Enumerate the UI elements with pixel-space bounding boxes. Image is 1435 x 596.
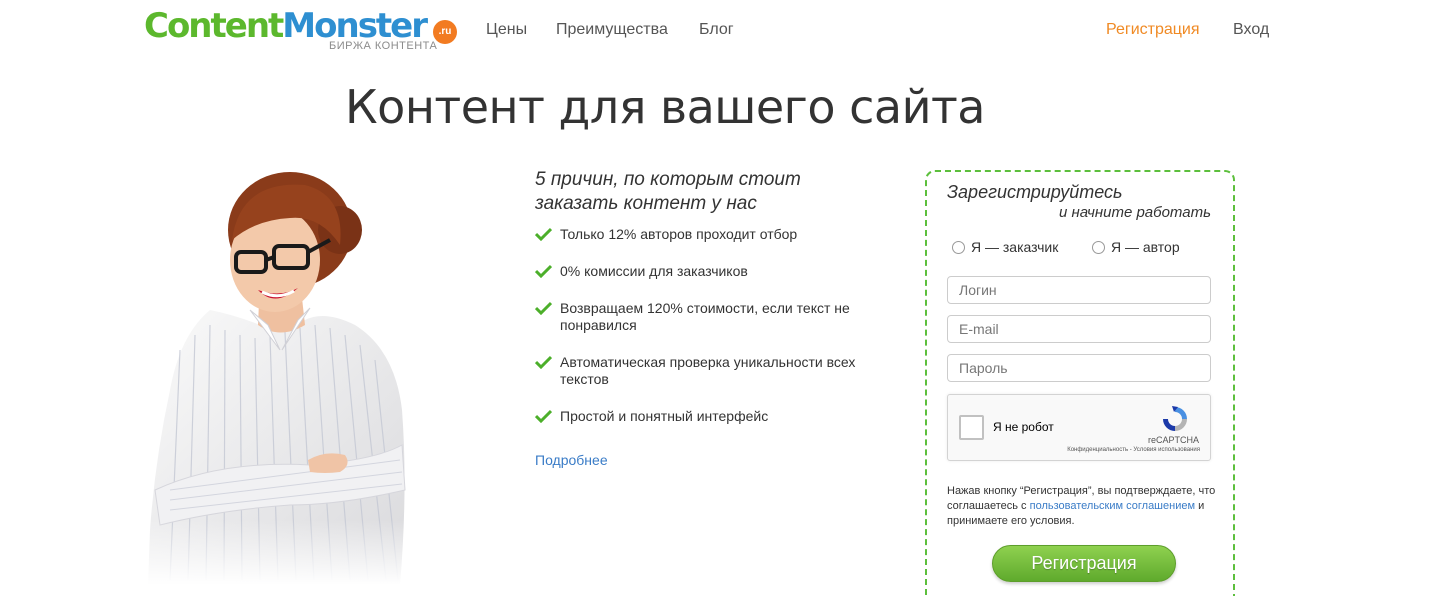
registration-subtitle: и начните работать: [1059, 204, 1211, 221]
nav-advantages[interactable]: Преимущества: [556, 21, 668, 39]
email-input[interactable]: [947, 315, 1211, 343]
reason-item: Возвращаем 120% стоимости, если текст не…: [535, 300, 875, 334]
reason-text: Простой и понятный интерфейс: [560, 408, 769, 424]
register-button[interactable]: Регистрация: [992, 545, 1176, 582]
nav-login[interactable]: Вход: [1233, 21, 1269, 39]
reason-item: Простой и понятный интерфейс: [535, 408, 875, 425]
role-author-radio[interactable]: Я — автор: [1092, 239, 1180, 255]
terms-text: Нажав кнопку “Регистрация”, вы подтвержд…: [947, 484, 1217, 529]
role-author-label: Я — автор: [1111, 239, 1180, 255]
logo-tagline: БИРЖА КОНТЕНТА: [329, 40, 438, 52]
nav-blog[interactable]: Блог: [699, 21, 734, 39]
login-input[interactable]: [947, 276, 1211, 304]
nav-prices[interactable]: Цены: [486, 21, 527, 39]
reason-text: Возвращаем 120% стоимости, если текст не…: [560, 300, 850, 333]
recaptcha-brand: reCAPTCHA: [1147, 435, 1199, 445]
checkmark-icon: [535, 301, 552, 315]
password-input[interactable]: [947, 354, 1211, 382]
registration-title: Зарегистрируйтесь: [947, 182, 1123, 202]
reason-item: 0% комиссии для заказчиков: [535, 263, 875, 280]
recaptcha-logo-icon: [1163, 406, 1187, 431]
recaptcha-checkbox[interactable]: [959, 415, 984, 440]
recaptcha-links[interactable]: Конфиденциальность - Условия использован…: [1067, 447, 1200, 453]
checkmark-icon: [535, 355, 552, 369]
checkmark-icon: [535, 409, 552, 423]
reason-item: Автоматическая проверка уникальности все…: [535, 354, 875, 388]
role-customer-label: Я — заказчик: [971, 239, 1059, 255]
radio-circle-icon[interactable]: [952, 241, 965, 254]
recaptcha-widget: Я не робот reCAPTCHA Конфиденциальность …: [947, 394, 1211, 461]
logo-word-content: Content: [144, 6, 284, 46]
user-agreement-link[interactable]: пользовательским соглашением: [1030, 500, 1195, 512]
page-title: Контент для вашего сайта: [345, 80, 985, 134]
checkmark-icon: [535, 227, 552, 241]
reasons-heading: 5 причин, по которым стоит заказать конт…: [535, 169, 801, 214]
reason-text: Только 12% авторов проходит отбор: [560, 226, 798, 242]
checkmark-icon: [535, 264, 552, 278]
recaptcha-label: Я не робот: [993, 420, 1054, 434]
radio-circle-icon[interactable]: [1092, 241, 1105, 254]
nav-register[interactable]: Регистрация: [1106, 21, 1200, 39]
reason-text: 0% комиссии для заказчиков: [560, 263, 748, 279]
site-logo[interactable]: ContentMonster .ru БИРЖА КОНТЕНТА: [144, 6, 464, 56]
reason-text: Автоматическая проверка уникальности все…: [560, 354, 856, 387]
more-details-link[interactable]: Подробнее: [535, 452, 608, 468]
registration-form: Зарегистрируйтесь и начните работать Я —…: [925, 170, 1235, 596]
role-customer-radio[interactable]: Я — заказчик: [952, 239, 1058, 255]
businesswoman-illustration: [140, 172, 420, 585]
reason-item: Только 12% авторов проходит отбор: [535, 226, 875, 243]
